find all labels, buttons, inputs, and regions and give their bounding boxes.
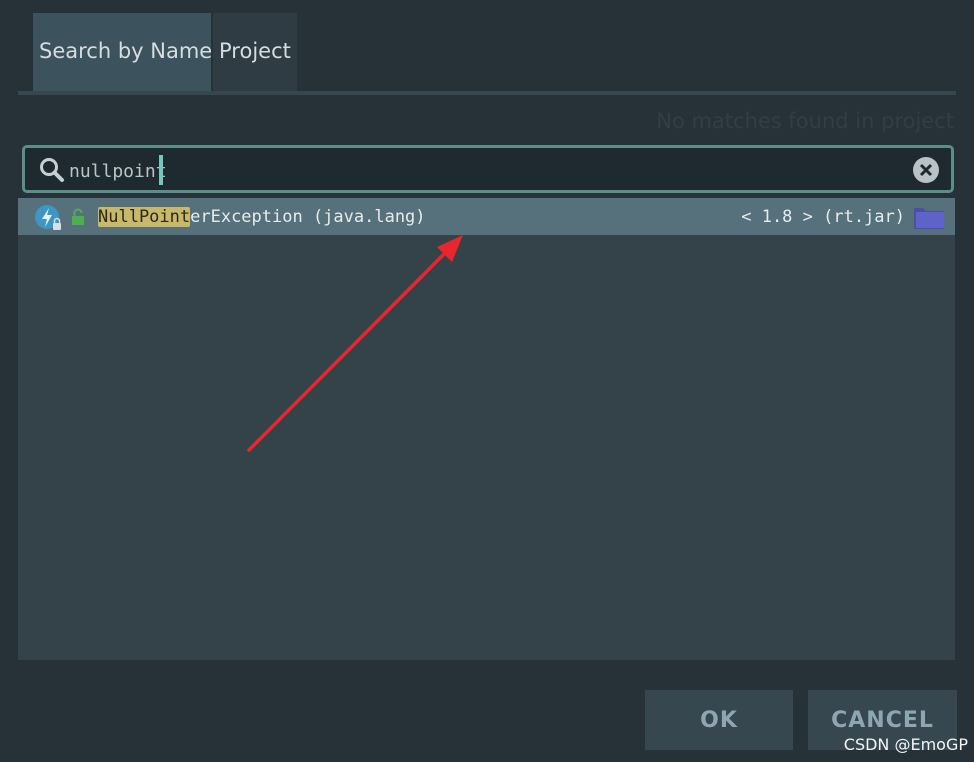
- tab-project[interactable]: Project: [213, 13, 297, 93]
- watermark: CSDN @EmoGP: [843, 735, 968, 754]
- tab-divider: [18, 91, 956, 95]
- search-icon: [40, 158, 64, 182]
- unlocked-icon: [72, 208, 84, 225]
- result-label-rest: erException (java.lang): [190, 207, 426, 227]
- result-row-selected[interactable]: NullPointerException (java.lang) < 1.8 >…: [18, 198, 955, 235]
- ok-button[interactable]: OK: [645, 690, 793, 750]
- text-caret: [159, 155, 163, 185]
- search-box[interactable]: [22, 145, 954, 193]
- results-list: NullPointerException (java.lang) < 1.8 >…: [18, 198, 955, 660]
- result-library: < 1.8 > (rt.jar): [741, 207, 905, 227]
- result-label: NullPointerException (java.lang): [98, 207, 426, 227]
- tab-search-by-name[interactable]: Search by Name: [33, 13, 212, 93]
- folder-icon: [914, 208, 944, 229]
- search-input[interactable]: [69, 158, 889, 184]
- exception-class-icon: [35, 205, 61, 230]
- close-icon: [919, 163, 933, 177]
- status-text: No matches found in project: [656, 109, 954, 133]
- result-match-highlight: NullPoint: [98, 207, 191, 227]
- search-tabs: Search by Name Project: [33, 13, 297, 93]
- clear-search-button[interactable]: [913, 157, 939, 183]
